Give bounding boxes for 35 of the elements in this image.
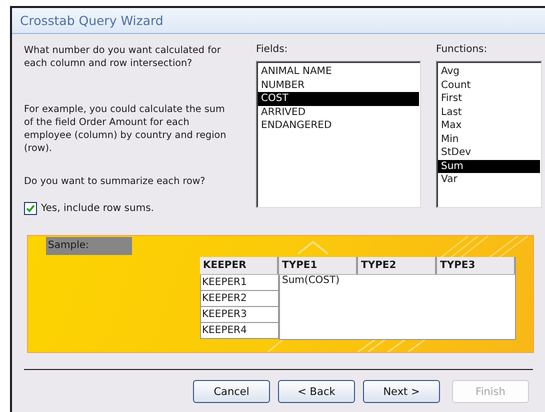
check-icon	[26, 204, 35, 213]
list-item[interactable]: COST	[258, 92, 419, 106]
sample-label: Sample:	[46, 237, 132, 255]
wizard-button[interactable]: Next >	[363, 380, 440, 403]
column-header: TYPE2	[358, 257, 437, 275]
list-item[interactable]: Sum	[438, 160, 540, 173]
question-text: Do you want to summarize each row?	[24, 175, 206, 188]
prompt-text: What number do you want calculated for each column and row intersection?	[24, 44, 222, 70]
list-item[interactable]: First	[438, 92, 540, 106]
table-cell: KEEPER4	[200, 323, 279, 339]
list-label: Fields:	[256, 44, 289, 55]
list-label: Functions:	[436, 44, 488, 55]
row-sums-checkbox[interactable]: Yes, include row sums.	[24, 202, 154, 215]
list-item[interactable]: Min	[438, 132, 540, 146]
list-item[interactable]: Count	[438, 78, 540, 92]
list-item[interactable]: Var	[438, 173, 540, 186]
wizard-button[interactable]: Cancel	[193, 380, 270, 403]
table-cell: KEEPER3	[200, 307, 279, 323]
example-text: For example, you could calculate the sum of the field Order Amount for each employee (column) by country and region (row).	[24, 103, 228, 155]
list-item[interactable]: ARRIVED	[258, 106, 419, 119]
list-item[interactable]: Avg	[438, 65, 540, 78]
table-cell: KEEPER2	[200, 291, 279, 307]
list-item[interactable]: ENDANGERED	[258, 119, 419, 132]
window-title: Crosstab Query Wizard	[12, 8, 545, 34]
wizard-button[interactable]: < Back	[278, 380, 355, 403]
list-item[interactable]: ANIMAL NAME	[258, 65, 419, 78]
list-item[interactable]: Max	[438, 119, 540, 132]
column-header: KEEPER	[200, 257, 279, 275]
table-cell: KEEPER1	[200, 275, 279, 291]
list-item[interactable]: StDev	[438, 146, 540, 160]
table-cell: Sum(COST)	[282, 275, 340, 286]
list-item[interactable]: NUMBER	[258, 78, 419, 92]
column-header: TYPE1	[279, 257, 358, 275]
list-item[interactable]: Last	[438, 106, 540, 119]
column-header: TYPE3	[437, 257, 516, 275]
